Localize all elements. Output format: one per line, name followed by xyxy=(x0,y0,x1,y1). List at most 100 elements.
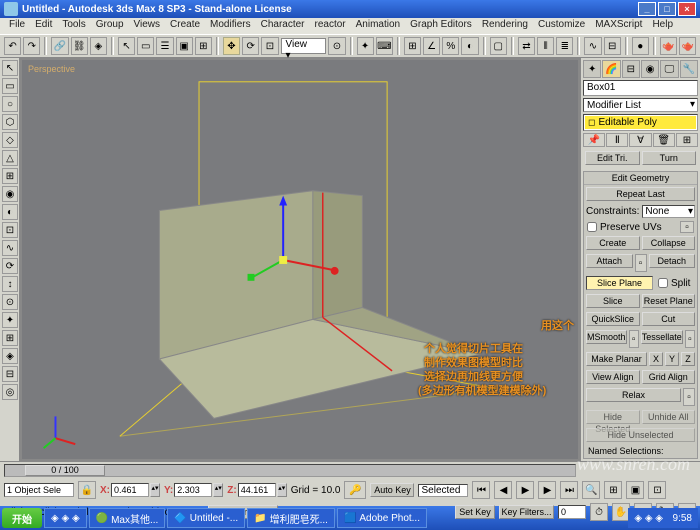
prev-frame-button[interactable]: ◀ xyxy=(494,481,512,499)
relax-settings[interactable]: ▫ xyxy=(683,388,695,406)
menu-modifiers[interactable]: Modifiers xyxy=(205,18,256,34)
ltool-5[interactable]: ◇ xyxy=(2,132,18,148)
ltool-10[interactable]: ⊡ xyxy=(2,222,18,238)
ltool-2[interactable]: ▭ xyxy=(2,78,18,94)
cut-button[interactable]: Cut xyxy=(642,312,696,326)
display-tab[interactable]: 🖵 xyxy=(660,60,678,78)
ref-coord-dropdown[interactable]: View ▾ xyxy=(281,38,327,54)
quickslice-button[interactable]: QuickSlice xyxy=(586,312,640,326)
make-planar-button[interactable]: Make Planar xyxy=(586,352,647,366)
tessellate-button[interactable]: Tessellate xyxy=(641,330,683,344)
select-filter[interactable]: ▭ xyxy=(137,37,154,55)
key-mode-dropdown[interactable]: Selected xyxy=(418,484,468,497)
auto-key-button[interactable]: Auto Key xyxy=(370,483,414,497)
quick-render-button[interactable]: 🫖 xyxy=(679,37,696,55)
pin-stack-button[interactable]: 📌 xyxy=(583,133,605,147)
collapse-button[interactable]: Collapse xyxy=(642,236,696,250)
edit-tri-button[interactable]: Edit Tri. xyxy=(585,151,640,165)
redo-button[interactable]: ↷ xyxy=(23,37,40,55)
unhide-all-button[interactable]: Unhide All xyxy=(642,410,696,424)
ltool-13[interactable]: ↕ xyxy=(2,276,18,292)
task-item-4[interactable]: 🟦 Adobe Phot... xyxy=(337,508,427,528)
window-crossing-button[interactable]: ⊞ xyxy=(195,37,212,55)
ltool-16[interactable]: ⊞ xyxy=(2,330,18,346)
detach-button[interactable]: Detach xyxy=(649,254,696,268)
material-button[interactable]: ● xyxy=(632,37,649,55)
percent-snap-button[interactable]: % xyxy=(442,37,459,55)
time-config-button[interactable]: ⏱ xyxy=(590,503,608,521)
stack-editable-poly[interactable]: ◻ Editable Poly xyxy=(585,116,696,129)
ltool-4[interactable]: ⬡ xyxy=(2,114,18,130)
set-key-button[interactable]: Set Key xyxy=(455,505,495,519)
create-button[interactable]: Create xyxy=(586,236,640,250)
attach-button[interactable]: Attach xyxy=(586,254,633,268)
z-coord[interactable]: 44.161 xyxy=(238,483,276,497)
maximize-button[interactable]: □ xyxy=(658,2,676,16)
relax-button[interactable]: Relax xyxy=(586,388,681,402)
select-region-button[interactable]: ▣ xyxy=(176,37,193,55)
ltool-12[interactable]: ⟳ xyxy=(2,258,18,274)
remove-mod-button[interactable]: 🗑 xyxy=(653,133,675,147)
hide-selected-button[interactable]: Hide Selected xyxy=(586,410,640,424)
menu-customize[interactable]: Customize xyxy=(533,18,590,34)
task-item-2[interactable]: 🔷 Untitled -... xyxy=(167,508,245,528)
spinner-snap-button[interactable]: ◐ xyxy=(461,37,478,55)
utilities-tab[interactable]: 🔧 xyxy=(680,60,698,78)
ltool-7[interactable]: ⊞ xyxy=(2,168,18,184)
render-scene-button[interactable]: 🫖 xyxy=(660,37,677,55)
grid-align-button[interactable]: Grid Align xyxy=(642,370,696,384)
configure-button[interactable]: ⊞ xyxy=(676,133,698,147)
planar-y[interactable]: Y xyxy=(665,352,679,366)
attach-list-button[interactable]: ▫ xyxy=(635,254,647,272)
turn-button[interactable]: Turn xyxy=(642,151,697,165)
nav-zoomext-button[interactable]: ⊡ xyxy=(648,481,666,499)
keyboard-button[interactable]: ⌨ xyxy=(376,37,393,55)
nav-zoomall-button[interactable]: ⊞ xyxy=(604,481,622,499)
edit-geometry-rollout[interactable]: Edit Geometry xyxy=(584,172,697,185)
tessellate-settings[interactable]: ▫ xyxy=(685,330,695,348)
modifier-list-dropdown[interactable]: Modifier List▾ xyxy=(583,98,698,112)
start-button[interactable]: 开始 xyxy=(2,508,42,528)
task-item-1[interactable]: 🟢 Max其他... xyxy=(89,508,166,528)
ltool-11[interactable]: ∿ xyxy=(2,240,18,256)
minimize-button[interactable]: _ xyxy=(638,2,656,16)
nav-pan-button[interactable]: ✋ xyxy=(612,503,630,521)
nav-fov-button[interactable]: ▣ xyxy=(626,481,644,499)
task-item-3[interactable]: 📁 增利肥皂死... xyxy=(247,508,335,528)
slice-button[interactable]: Slice xyxy=(586,294,640,308)
key-filters-button[interactable]: Key Filters... xyxy=(499,505,554,519)
ltool-3[interactable]: ○ xyxy=(2,96,18,112)
ltool-1[interactable]: ↖ xyxy=(2,60,18,76)
view-align-button[interactable]: View Align xyxy=(586,370,640,384)
move-button[interactable]: ✥ xyxy=(223,37,240,55)
menu-animation[interactable]: Animation xyxy=(351,18,405,34)
time-slider-thumb[interactable]: 0 / 100 xyxy=(25,465,105,476)
msmooth-settings[interactable]: ▫ xyxy=(629,330,639,348)
planar-z[interactable]: Z xyxy=(681,352,695,366)
angle-snap-button[interactable]: ∠ xyxy=(423,37,440,55)
layers-button[interactable]: ≣ xyxy=(556,37,573,55)
goto-start-button[interactable]: ⏮ xyxy=(472,481,490,499)
system-tray[interactable]: ◈ ◈ ◈ 9:58 xyxy=(628,508,698,528)
close-button[interactable]: × xyxy=(678,2,696,16)
ltool-15[interactable]: ✦ xyxy=(2,312,18,328)
menu-group[interactable]: Group xyxy=(91,18,129,34)
select-button[interactable]: ↖ xyxy=(118,37,135,55)
make-unique-button[interactable]: ∀ xyxy=(629,133,651,147)
mirror-button[interactable]: ⇄ xyxy=(518,37,535,55)
nav-zoom-button[interactable]: 🔍 xyxy=(582,481,600,499)
split-checkbox[interactable] xyxy=(658,278,668,288)
create-tab[interactable]: ✦ xyxy=(583,60,601,78)
goto-end-button[interactable]: ⏭ xyxy=(560,481,578,499)
repeat-last-button[interactable]: Repeat Last xyxy=(586,187,695,201)
object-name-field[interactable]: Box01 xyxy=(583,80,698,96)
ltool-8[interactable]: ◉ xyxy=(2,186,18,202)
viewport[interactable]: Perspective xyxy=(20,58,580,461)
y-spinner[interactable]: ▴▾ xyxy=(213,483,223,497)
preserve-uvs-checkbox[interactable] xyxy=(587,222,597,232)
menu-create[interactable]: Create xyxy=(165,18,205,34)
link-button[interactable]: 🔗 xyxy=(51,37,68,55)
slice-plane-button[interactable]: Slice Plane xyxy=(586,276,653,290)
preserve-uvs-settings[interactable]: ▫ xyxy=(680,221,694,233)
menu-edit[interactable]: Edit xyxy=(30,18,57,34)
